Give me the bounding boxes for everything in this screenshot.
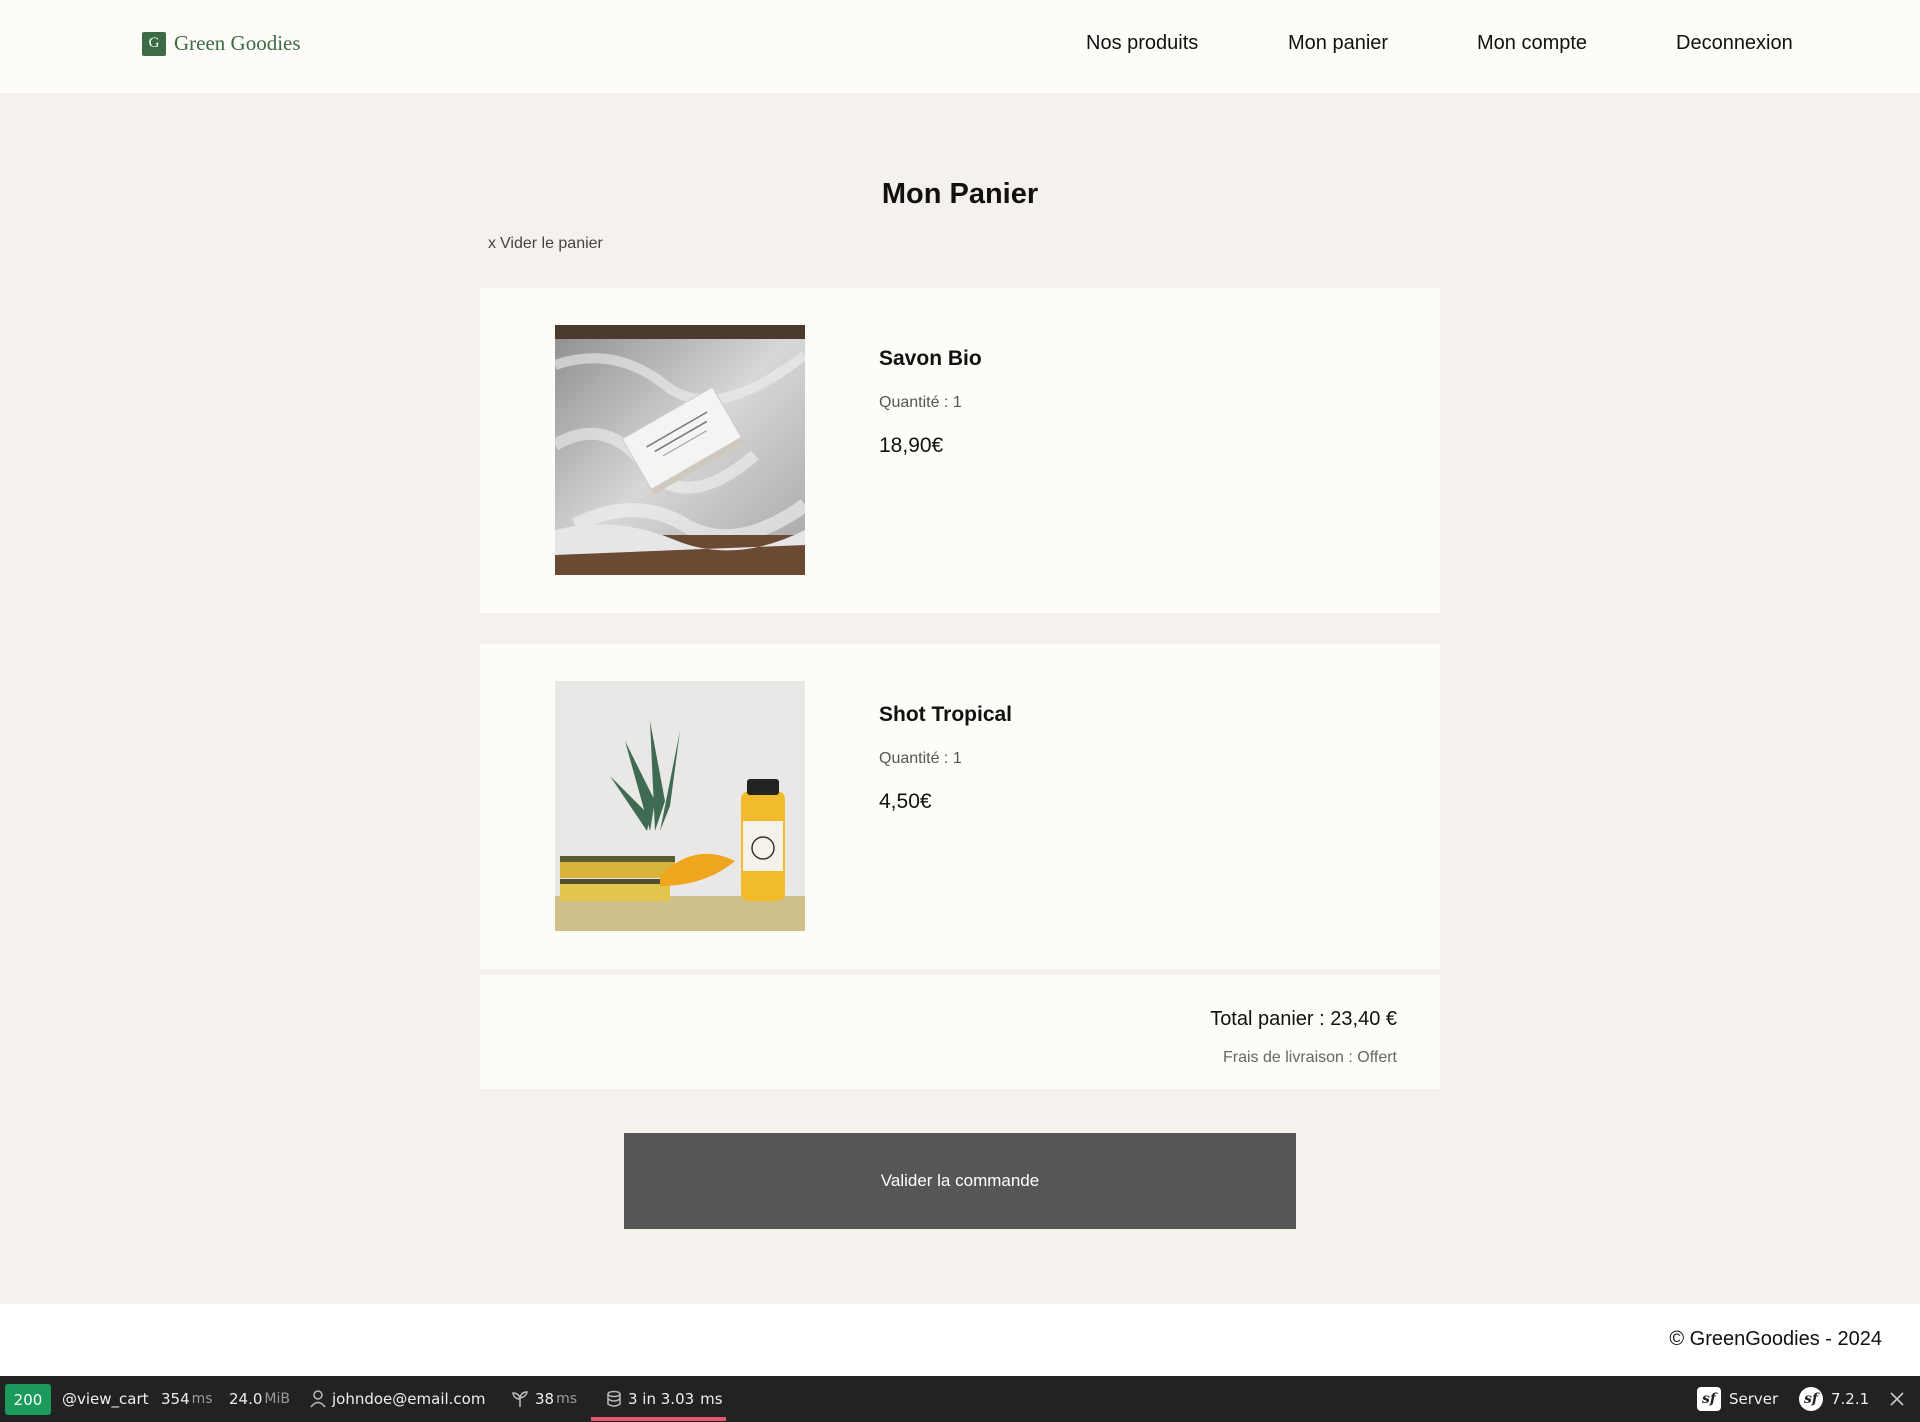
brand-name: Green Goodies [174, 31, 301, 55]
toolbar-time[interactable]: 354 ms [161, 1376, 213, 1422]
product-quantity: Quantité1 [879, 394, 962, 412]
close-icon: x [488, 235, 496, 252]
nav-account[interactable]: Mon compte [1477, 32, 1587, 55]
symfony-logo-icon: sf [1697, 1387, 1721, 1411]
cart-item: Shot Tropical Quantité1 4,50€ [480, 644, 1440, 969]
cart-total: Total panier23,40 € [1210, 1008, 1397, 1031]
toolbar-server[interactable]: sf Server [1697, 1376, 1778, 1422]
product-image-juice [555, 681, 805, 931]
clear-cart-link[interactable]: x Vider le panier [488, 235, 603, 253]
debug-toolbar: 200 @view_cart 354 ms 24.0 MiB johndoe@ema… [0, 1376, 1920, 1422]
status-badge[interactable]: 200 [5, 1384, 51, 1415]
leaf-icon [512, 1391, 528, 1407]
logo-icon: G [142, 31, 166, 56]
symfony-logo-icon: sf [1799, 1387, 1823, 1411]
toolbar-user[interactable]: johndoe@email.com [310, 1376, 485, 1422]
toolbar-route[interactable]: @view_cart [62, 1376, 149, 1422]
cart-item: Savon Bio Quantité1 18,90€ [480, 288, 1440, 613]
toolbar-init[interactable]: 38 ms [511, 1376, 577, 1422]
toolbar-version[interactable]: sf 7.2.1 [1799, 1376, 1869, 1422]
database-icon [607, 1390, 621, 1407]
brand-logo[interactable]: G Green Goodies [142, 31, 301, 56]
cart-summary: Total panier23,40 € Frais de livraisonOf… [480, 975, 1440, 1089]
clear-cart-label: Vider le panier [500, 235, 603, 252]
site-header: G Green Goodies Nos produits Mon panier … [0, 0, 1920, 93]
database-warning-bar [591, 1417, 726, 1421]
nav-logout[interactable]: Deconnexion [1676, 32, 1793, 55]
toolbar-close-button[interactable] [1890, 1376, 1910, 1422]
page-title: Mon Panier [881, 178, 1039, 210]
close-icon [1890, 1392, 1904, 1406]
user-icon [310, 1390, 326, 1408]
product-name: Savon Bio [879, 347, 982, 370]
site-footer: © GreenGoodies - 2024 [0, 1304, 1920, 1376]
validate-order-button[interactable]: Valider la commande [624, 1133, 1296, 1229]
copyright: © GreenGoodies - 2024 [1669, 1328, 1882, 1350]
toolbar-database[interactable]: 3 in 3.03 ms [606, 1376, 723, 1422]
product-quantity: Quantité1 [879, 750, 962, 768]
product-image-soap [555, 325, 805, 575]
product-name: Shot Tropical [879, 703, 1013, 726]
nav-products[interactable]: Nos produits [1086, 32, 1198, 55]
product-price: 4,50€ [879, 790, 932, 813]
shipping-info: Frais de livraisonOffert [1223, 1049, 1397, 1067]
nav-cart[interactable]: Mon panier [1288, 32, 1388, 55]
product-price: 18,90€ [879, 434, 944, 457]
toolbar-memory[interactable]: 24.0 MiB [229, 1376, 290, 1422]
